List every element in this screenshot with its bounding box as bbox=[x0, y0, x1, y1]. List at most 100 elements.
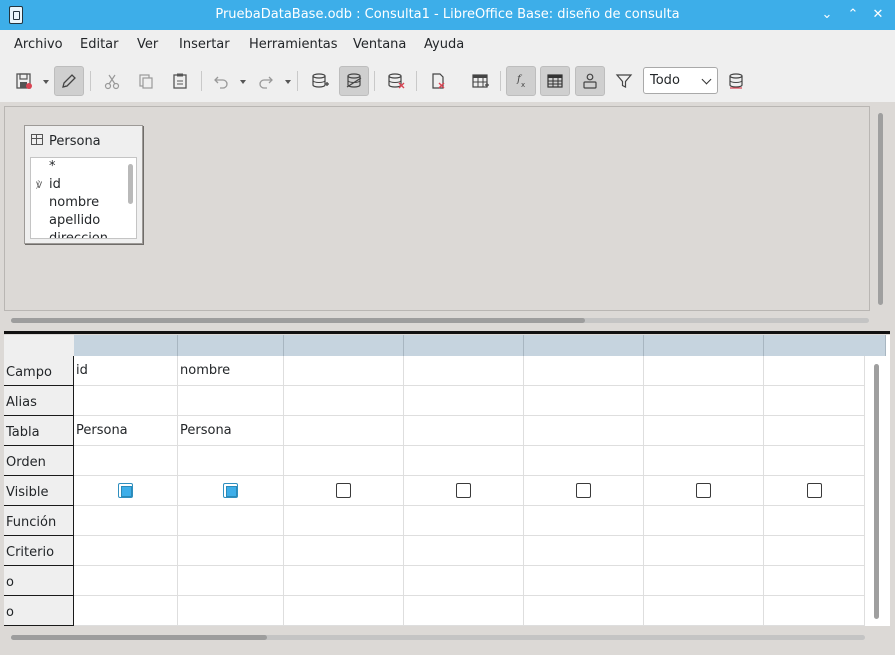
menu-ventana[interactable]: Ventana bbox=[353, 37, 406, 52]
grid-cell[interactable] bbox=[74, 536, 178, 566]
grid-cell[interactable] bbox=[644, 386, 764, 416]
grid-cell[interactable] bbox=[404, 446, 524, 476]
grid-cell[interactable] bbox=[404, 386, 524, 416]
maximize-icon[interactable]: ⌃ bbox=[843, 5, 863, 25]
grid-cell[interactable] bbox=[284, 356, 404, 386]
grid-cell[interactable] bbox=[524, 356, 644, 386]
paste-icon[interactable] bbox=[165, 66, 195, 96]
menu-ayuda[interactable]: Ayuda bbox=[424, 37, 464, 52]
grid-cell[interactable] bbox=[764, 596, 865, 626]
grid-cell[interactable] bbox=[644, 566, 764, 596]
grid-cell[interactable] bbox=[74, 506, 178, 536]
field-item[interactable]: * bbox=[49, 159, 56, 174]
grid-cell[interactable] bbox=[764, 416, 865, 446]
grid-cell[interactable] bbox=[284, 566, 404, 596]
table-name-icon[interactable] bbox=[540, 66, 570, 96]
column-header[interactable] bbox=[524, 335, 644, 356]
grid-cell[interactable] bbox=[284, 416, 404, 446]
column-header[interactable] bbox=[404, 335, 524, 356]
field-list-scrollbar[interactable] bbox=[128, 164, 133, 204]
visible-checkbox[interactable] bbox=[807, 483, 822, 498]
grid-vertical-scrollbar[interactable] bbox=[874, 364, 879, 619]
grid-cell[interactable] bbox=[178, 566, 284, 596]
grid-cell[interactable] bbox=[404, 566, 524, 596]
grid-cell[interactable] bbox=[524, 416, 644, 446]
minimize-icon[interactable]: ⌄ bbox=[817, 5, 837, 25]
menu-ver[interactable]: Ver bbox=[137, 37, 158, 52]
grid-cell[interactable] bbox=[178, 596, 284, 626]
grid-cell[interactable] bbox=[74, 356, 178, 386]
grid-cell[interactable] bbox=[404, 506, 524, 536]
redo-dropdown-icon[interactable] bbox=[285, 80, 291, 84]
visible-checkbox[interactable] bbox=[696, 483, 711, 498]
grid-cell[interactable] bbox=[74, 596, 178, 626]
grid-horizontal-scrollbar[interactable] bbox=[11, 635, 865, 640]
grid-cell[interactable] bbox=[764, 506, 865, 536]
alias-icon[interactable] bbox=[575, 66, 605, 96]
grid-cell[interactable] bbox=[644, 536, 764, 566]
delete-icon[interactable] bbox=[423, 66, 453, 96]
grid-cell[interactable] bbox=[284, 506, 404, 536]
menu-editar[interactable]: Editar bbox=[80, 37, 119, 52]
grid-cell[interactable] bbox=[764, 446, 865, 476]
visible-checkbox[interactable] bbox=[576, 483, 591, 498]
close-icon[interactable]: ✕ bbox=[868, 5, 888, 25]
grid-cell[interactable] bbox=[764, 356, 865, 386]
grid-cell[interactable] bbox=[644, 356, 764, 386]
design-pane-horizontal-scrollbar[interactable] bbox=[11, 318, 869, 323]
grid-cell[interactable] bbox=[524, 506, 644, 536]
redo-icon[interactable] bbox=[251, 66, 281, 96]
tabla-cell-text[interactable]: Persona bbox=[180, 423, 232, 438]
grid-cell[interactable] bbox=[404, 536, 524, 566]
table-field-list[interactable]: * ℣ id nombre apellido direccion bbox=[30, 157, 137, 239]
grid-cell[interactable] bbox=[404, 356, 524, 386]
sql-run-icon[interactable] bbox=[721, 66, 751, 96]
grid-cell[interactable] bbox=[74, 566, 178, 596]
menu-herramientas[interactable]: Herramientas bbox=[249, 37, 338, 52]
grid-cell[interactable] bbox=[178, 536, 284, 566]
visible-checkbox[interactable] bbox=[336, 483, 351, 498]
menu-insertar[interactable]: Insertar bbox=[179, 37, 230, 52]
visible-checkbox[interactable] bbox=[118, 483, 133, 498]
field-item[interactable]: direccion bbox=[49, 231, 108, 238]
grid-cell[interactable] bbox=[644, 596, 764, 626]
tabla-cell-text[interactable]: Persona bbox=[76, 423, 128, 438]
grid-cell[interactable] bbox=[524, 596, 644, 626]
grid-cell[interactable] bbox=[764, 566, 865, 596]
save-dropdown-icon[interactable] bbox=[43, 80, 49, 84]
save-icon[interactable] bbox=[9, 66, 39, 96]
edit-mode-icon[interactable] bbox=[54, 66, 84, 96]
grid-cell[interactable] bbox=[284, 386, 404, 416]
design-pane-vertical-scrollbar[interactable] bbox=[878, 113, 883, 305]
table-window-persona[interactable]: Persona * ℣ id nombre apellido direccion bbox=[24, 125, 143, 244]
grid-cell[interactable] bbox=[284, 596, 404, 626]
grid-cell[interactable] bbox=[178, 506, 284, 536]
column-header[interactable] bbox=[74, 335, 178, 356]
copy-icon[interactable] bbox=[131, 66, 161, 96]
campo-cell-text[interactable]: id bbox=[76, 363, 88, 378]
column-header[interactable] bbox=[178, 335, 284, 356]
clear-query-icon[interactable] bbox=[381, 66, 411, 96]
campo-cell-text[interactable]: nombre bbox=[180, 363, 230, 378]
undo-icon[interactable] bbox=[206, 66, 236, 96]
column-header[interactable] bbox=[284, 335, 404, 356]
column-header[interactable] bbox=[764, 335, 886, 356]
grid-cell[interactable] bbox=[284, 446, 404, 476]
grid-cell[interactable] bbox=[404, 416, 524, 446]
grid-cell[interactable] bbox=[404, 596, 524, 626]
run-query-icon[interactable] bbox=[465, 66, 495, 96]
grid-cell[interactable] bbox=[764, 536, 865, 566]
visible-checkbox[interactable] bbox=[456, 483, 471, 498]
column-header[interactable] bbox=[644, 335, 764, 356]
field-item[interactable]: id bbox=[49, 177, 61, 192]
functions-icon[interactable]: fx bbox=[506, 66, 536, 96]
grid-cell[interactable] bbox=[524, 386, 644, 416]
grid-cell[interactable] bbox=[178, 446, 284, 476]
visible-checkbox[interactable] bbox=[223, 483, 238, 498]
grid-cell[interactable] bbox=[764, 386, 865, 416]
grid-cell[interactable] bbox=[74, 386, 178, 416]
grid-cell[interactable] bbox=[524, 536, 644, 566]
grid-cell[interactable] bbox=[644, 416, 764, 446]
pane-splitter[interactable] bbox=[4, 331, 890, 334]
undo-dropdown-icon[interactable] bbox=[240, 80, 246, 84]
